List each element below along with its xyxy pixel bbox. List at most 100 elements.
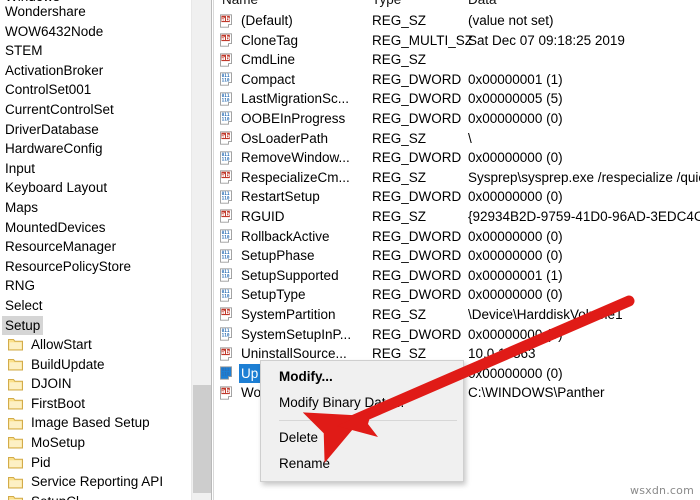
value-context-menu[interactable]: Modify... Modify Binary Data... Delete Rena… <box>260 360 464 482</box>
string-value-icon: ab <box>219 346 235 362</box>
value-name: OsLoaderPath <box>241 130 329 146</box>
value-type: REG_DWORD <box>372 267 462 283</box>
value-data: 0x00000000 (0) <box>468 326 563 342</box>
svg-text:110: 110 <box>222 117 230 123</box>
tree-item-label: RNG <box>5 278 35 294</box>
folder-icon <box>8 378 23 391</box>
svg-text:110: 110 <box>222 234 230 240</box>
svg-text:110: 110 <box>222 195 230 201</box>
tree-item-stem[interactable]: STEM <box>0 41 191 61</box>
tree-item-driverdatabase[interactable]: DriverDatabase <box>0 120 191 140</box>
tree-item-currentcontrolset[interactable]: CurrentControlSet <box>0 100 191 120</box>
column-header-data[interactable]: Data <box>468 0 497 11</box>
tree-item-label: Maps <box>5 199 39 215</box>
tree-item-buildupdate[interactable]: BuildUpdate <box>0 355 191 375</box>
tree-item-wondershare[interactable]: Wondershare <box>0 2 191 22</box>
menu-item-rename[interactable]: Rename <box>261 451 463 477</box>
value-data: 0x00000000 (0) <box>468 189 563 205</box>
value-name: CmdLine <box>241 52 296 68</box>
value-row[interactable]: ab RGUID REG_SZ {92934B2D-9759-41D0-96AD-3E… <box>214 207 700 227</box>
value-row[interactable]: ab (Default) REG_SZ (value not set) <box>214 11 700 31</box>
tree-item-setupcl[interactable]: SetupCl <box>0 492 191 500</box>
value-name: CloneTag <box>241 32 299 48</box>
value-name: SetupPhase <box>241 248 315 264</box>
tree-item-pid[interactable]: Pid <box>0 453 191 473</box>
value-row[interactable]: ab SystemPartition REG_SZ \Device\HarddiskV… <box>214 305 700 325</box>
string-value-icon: ab <box>219 13 235 29</box>
value-row[interactable]: ab CmdLine REG_SZ <box>214 50 700 70</box>
registry-values-list[interactable]: ab (Default) REG_SZ (value not set) ab CloneT… <box>214 11 700 403</box>
value-name: SetupSupported <box>241 267 339 283</box>
tree-item-rng[interactable]: RNG <box>0 276 191 296</box>
value-type: REG_DWORD <box>372 228 462 244</box>
dword-value-icon: 011 110 <box>219 268 235 283</box>
tree-item-label: Service Reporting API <box>31 474 164 490</box>
value-row[interactable]: 011 110 LastMigrationSc... REG_DWORD 0x00000… <box>214 89 700 109</box>
tree-item-setup[interactable]: Setup <box>0 315 191 336</box>
tree-scrollbar-thumb[interactable] <box>193 385 211 493</box>
tree-item-input[interactable]: Input <box>0 159 191 179</box>
tree-item-activationbroker[interactable]: ActivationBroker <box>0 61 191 81</box>
folder-icon <box>8 338 23 351</box>
menu-separator <box>279 420 457 421</box>
value-row[interactable]: 011 110 SetupSupported REG_DWORD 0x00000001 … <box>214 266 700 286</box>
value-data: (value not set) <box>468 13 554 28</box>
value-row[interactable]: ab RespecializeCm... REG_SZ Sysprep\sysprep… <box>214 168 700 188</box>
value-row[interactable]: 011 110 Compact REG_DWORD 0x00000001 (1) <box>214 70 700 90</box>
tree-item-allowstart[interactable]: AllowStart <box>0 335 191 355</box>
folder-icon <box>8 436 23 449</box>
value-type: REG_DWORD <box>372 91 462 107</box>
value-row[interactable]: 011 110 SystemSetupInP... REG_DWORD 0x000000… <box>214 325 700 345</box>
tree-item-keyboard-layout[interactable]: Keyboard Layout <box>0 178 191 198</box>
menu-item-modify[interactable]: Modify... <box>261 364 463 390</box>
value-row[interactable]: 011 110 RestartSetup REG_DWORD 0x00000000 (0… <box>214 187 700 207</box>
value-type: REG_DWORD <box>372 326 462 342</box>
value-row[interactable]: 011 110 SetupPhase REG_DWORD 0x00000000 (0) <box>214 246 700 266</box>
value-name: RespecializeCm... <box>241 169 350 185</box>
tree-item-hardwareconfig[interactable]: HardwareConfig <box>0 139 191 159</box>
tree-item-mosetup[interactable]: MoSetup <box>0 433 191 453</box>
value-type: REG_DWORD <box>372 189 462 205</box>
value-row[interactable]: ab OsLoaderPath REG_SZ \ <box>214 129 700 149</box>
column-header-type[interactable]: Type <box>372 0 401 11</box>
value-row[interactable]: 011 110 OOBEInProgress REG_DWORD 0x00000000 … <box>214 109 700 129</box>
value-row[interactable]: ab CloneTag REG_MULTI_SZ Sat Dec 07 09:18:2… <box>214 31 700 51</box>
value-data: 0x00000000 (0) <box>468 365 563 381</box>
tree-item-label: WOW6432Node <box>5 23 104 39</box>
tree-item-resourcemanager[interactable]: ResourceManager <box>0 237 191 257</box>
column-header-name[interactable]: Name <box>222 0 258 11</box>
tree-item-djoin[interactable]: DJOIN <box>0 374 191 394</box>
tree-item-wow6432node[interactable]: WOW6432Node <box>0 22 191 42</box>
tree-vertical-scrollbar[interactable] <box>191 0 212 500</box>
tree-item-firstboot[interactable]: FirstBoot <box>0 394 191 414</box>
tree-item-label: HardwareConfig <box>5 141 103 157</box>
value-type: REG_SZ <box>372 130 427 146</box>
string-value-icon: ab <box>219 131 235 146</box>
value-data: {92934B2D-9759-41D0-96AD-3EDC4C410146 <box>468 208 700 224</box>
registry-key-tree[interactable]: WindowsWondershare WOW6432Node STEM Activat… <box>0 0 191 500</box>
tree-item-image-based-setup[interactable]: Image Based Setup <box>0 413 191 433</box>
tree-item-controlset001[interactable]: ControlSet001 <box>0 80 191 100</box>
svg-text:110: 110 <box>222 78 230 84</box>
value-type: REG_DWORD <box>372 71 462 87</box>
value-row[interactable]: 011 110 SetupType REG_DWORD 0x00000000 (0) <box>214 285 700 305</box>
tree-item-select[interactable]: Select <box>0 296 191 316</box>
menu-item-modify-binary-data[interactable]: Modify Binary Data... <box>261 390 463 416</box>
value-name: LastMigrationSc... <box>241 91 350 107</box>
tree-item-label: ActivationBroker <box>5 62 104 78</box>
svg-text:ab: ab <box>221 16 230 23</box>
value-row[interactable]: 011 110 RollbackActive REG_DWORD 0x00000000 … <box>214 227 700 247</box>
svg-text:ab: ab <box>221 388 230 395</box>
tree-item-maps[interactable]: Maps <box>0 198 191 218</box>
folder-icon <box>8 358 23 371</box>
tree-item-mounteddevices[interactable]: MountedDevices <box>0 218 191 238</box>
value-type: REG_SZ <box>372 169 427 185</box>
tree-item-resourcepolicystore[interactable]: ResourcePolicyStore <box>0 257 191 277</box>
value-name: SystemPartition <box>241 306 336 322</box>
value-name: SetupType <box>241 287 306 303</box>
menu-item-delete[interactable]: Delete <box>261 425 463 451</box>
value-data: C:\WINDOWS\Panther <box>468 385 605 401</box>
tree-item-service-reporting-api[interactable]: Service Reporting API <box>0 472 191 492</box>
value-data: Sat Dec 07 09:18:25 2019 <box>468 32 625 48</box>
value-row[interactable]: 011 110 RemoveWindow... REG_DWORD 0x00000000… <box>214 148 700 168</box>
